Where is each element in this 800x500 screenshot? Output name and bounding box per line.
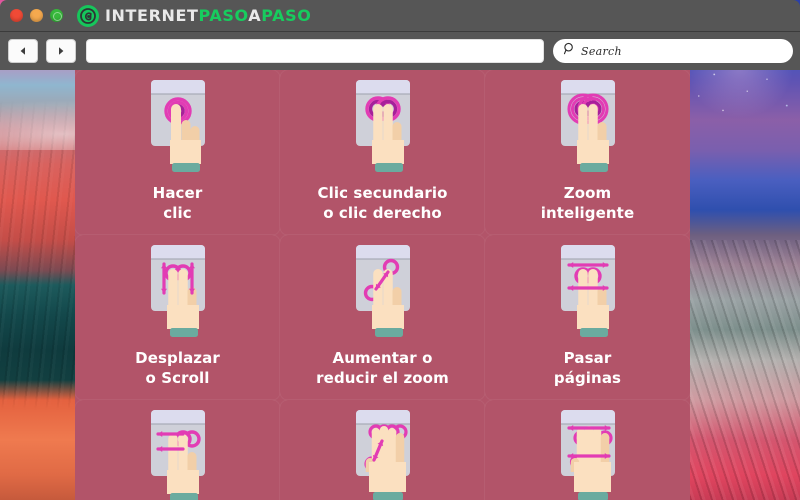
brand-part-paso-2: PASO bbox=[261, 6, 312, 25]
trackpad-two-finger-double-tap-icon bbox=[547, 78, 629, 178]
gesture-card-label: Hacer clic bbox=[152, 184, 203, 222]
forward-triangle-icon bbox=[55, 45, 67, 57]
trackpad-one-finger-tap-icon bbox=[137, 78, 219, 178]
brand-part-internet: INTERNET bbox=[105, 6, 199, 25]
back-button[interactable] bbox=[8, 39, 38, 63]
trackpad-two-finger-tap-icon bbox=[342, 78, 424, 178]
trackpad-two-finger-vertical-icon bbox=[137, 243, 219, 343]
gesture-card-pinch-two-finger[interactable]: Aumentar o reducir el zoom bbox=[280, 235, 485, 400]
title-bar: INTERNETPASOAPASO bbox=[0, 0, 800, 32]
gesture-grid: Hacer clic Clic secundario o clic derecho Zo… bbox=[75, 70, 690, 500]
screen: Hacer clic Clic secundario o clic derecho Zo… bbox=[0, 0, 800, 500]
gesture-card-label: Aumentar o reducir el zoom bbox=[316, 349, 449, 387]
trackpad-four-finger-spread-icon bbox=[547, 408, 629, 500]
minimize-button[interactable] bbox=[30, 9, 43, 22]
gesture-card-two-finger-horizontal[interactable]: Pasar páginas bbox=[485, 235, 690, 400]
brand-part-paso-1: PASO bbox=[198, 6, 249, 25]
traffic-lights bbox=[10, 9, 63, 22]
brand-wordmark: INTERNETPASOAPASO bbox=[105, 6, 311, 25]
brand-part-a: A bbox=[248, 6, 262, 25]
close-button[interactable] bbox=[10, 9, 23, 22]
wallpaper-right-galaxy bbox=[690, 0, 800, 500]
zoom-button[interactable] bbox=[50, 9, 63, 22]
search-placeholder: Search bbox=[581, 44, 622, 58]
gesture-card-label: Pasar páginas bbox=[553, 349, 622, 387]
trackpad-four-finger-pinch-icon bbox=[342, 408, 424, 500]
browser-toolbar: Search bbox=[0, 32, 800, 70]
gesture-card-label: Clic secundario o clic derecho bbox=[317, 184, 448, 222]
gesture-card-label: Zoom inteligente bbox=[540, 184, 635, 222]
search-field[interactable]: Search bbox=[553, 39, 793, 63]
address-bar[interactable] bbox=[86, 39, 544, 63]
trackpad-two-finger-swipe-left-icon bbox=[137, 408, 219, 500]
gesture-card-four-finger-pinch[interactable] bbox=[280, 400, 485, 500]
gesture-card-two-finger-tap[interactable]: Clic secundario o clic derecho bbox=[280, 70, 485, 235]
at-circle-icon bbox=[77, 4, 99, 27]
gesture-card-two-finger-double-tap[interactable]: Zoom inteligente bbox=[485, 70, 690, 235]
search-icon bbox=[563, 42, 576, 60]
trackpad-two-finger-horizontal-icon bbox=[547, 243, 629, 343]
gesture-card-label: Desplazar o Scroll bbox=[135, 349, 220, 387]
trackpad-pinch-two-finger-icon bbox=[342, 243, 424, 343]
gesture-card-four-finger-spread[interactable] bbox=[485, 400, 690, 500]
forward-button[interactable] bbox=[46, 39, 76, 63]
gesture-card-one-finger-tap[interactable]: Hacer clic bbox=[75, 70, 280, 235]
gesture-card-two-finger-swipe-left[interactable] bbox=[75, 400, 280, 500]
gesture-card-two-finger-vertical[interactable]: Desplazar o Scroll bbox=[75, 235, 280, 400]
site-brand: INTERNETPASOAPASO bbox=[77, 4, 311, 27]
page-content: Hacer clic Clic secundario o clic derecho Zo… bbox=[75, 70, 690, 500]
back-triangle-icon bbox=[17, 45, 29, 57]
